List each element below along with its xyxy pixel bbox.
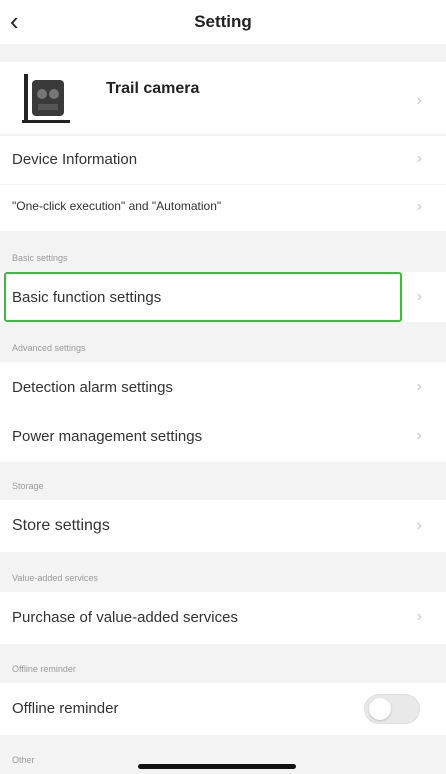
store-settings-label: Store settings xyxy=(12,517,110,534)
chevron-right-icon: › xyxy=(416,198,422,215)
one-click-automation-label: "One-click execution" and "Automation" xyxy=(12,199,222,213)
chevron-right-icon: › xyxy=(416,517,422,534)
power-management-settings-label: Power management settings xyxy=(12,428,203,445)
chevron-right-icon: › xyxy=(416,150,422,167)
top-bar: ‹ Setting xyxy=(0,0,446,44)
power-management-settings-row[interactable]: Power management settings › xyxy=(0,412,446,462)
chevron-right-icon: › xyxy=(416,378,422,395)
detection-alarm-settings-row[interactable]: Detection alarm settings › xyxy=(0,362,446,412)
section-header-offline: Offline reminder xyxy=(12,664,76,674)
section-header-storage: Storage xyxy=(12,481,44,491)
purchase-value-added-row[interactable]: Purchase of value-added services › xyxy=(0,592,446,644)
camera-thumbnail xyxy=(22,74,70,123)
chevron-right-icon: › xyxy=(416,92,422,109)
offline-reminder-toggle[interactable] xyxy=(364,694,420,724)
page-title: Setting xyxy=(194,12,252,31)
chevron-right-icon: › xyxy=(416,288,422,305)
section-header-other: Other xyxy=(12,755,35,765)
section-header-advanced: Advanced settings xyxy=(12,343,86,353)
store-settings-row[interactable]: Store settings › xyxy=(0,500,446,552)
device-card[interactable]: Trail camera › xyxy=(0,62,446,134)
toggle-knob xyxy=(369,698,391,720)
device-information-label: Device Information xyxy=(12,151,138,168)
highlight-box xyxy=(4,272,402,322)
chevron-right-icon: › xyxy=(416,608,422,625)
chevron-right-icon: › xyxy=(416,427,422,444)
purchase-value-added-label: Purchase of value-added services xyxy=(12,609,238,626)
one-click-automation-row[interactable]: "One-click execution" and "Automation" › xyxy=(0,185,446,231)
device-name: Trail camera xyxy=(106,80,200,97)
detection-alarm-settings-label: Detection alarm settings xyxy=(12,379,173,396)
home-indicator xyxy=(138,764,296,769)
device-information-row[interactable]: Device Information › xyxy=(0,136,446,184)
section-header-basic: Basic settings xyxy=(12,253,68,263)
section-header-value-added: Value-added services xyxy=(12,573,98,583)
offline-reminder-label: Offline reminder xyxy=(12,700,119,717)
